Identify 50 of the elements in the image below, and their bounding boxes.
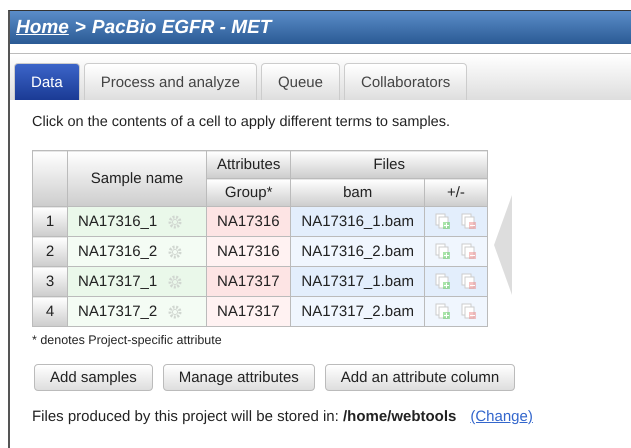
table-cell[interactable]: NA17316 (206, 236, 291, 266)
remove-file-icon[interactable] (460, 243, 477, 260)
header-cell: bam (290, 178, 424, 206)
remove-file-icon[interactable] (460, 273, 477, 290)
header-cell: +/- (424, 178, 488, 206)
footnote: * denotes Project-specific attribute (32, 333, 223, 347)
action-button[interactable]: Manage attributes (162, 364, 315, 391)
gear-icon[interactable] (167, 274, 184, 290)
gear-icon[interactable] (167, 244, 184, 260)
home-link[interactable]: Home (16, 16, 69, 38)
add-file-icon[interactable] (434, 303, 451, 320)
table-cell[interactable]: NA17317 (206, 266, 291, 296)
header-cell: Sample name (68, 150, 206, 206)
table-cell[interactable]: NA17317_1.bam (290, 266, 424, 296)
table-cell[interactable]: NA17316_2 (68, 236, 206, 266)
add-file-icon[interactable] (434, 213, 451, 230)
storage-text: Files produced by this project will be stored in: /home/webtools (32, 408, 456, 425)
table-cell[interactable]: NA17316_1.bam (290, 206, 424, 236)
table-cell[interactable]: NA17317_1 (68, 266, 206, 296)
change-link[interactable]: (Change) (470, 408, 533, 425)
add-file-icon[interactable] (434, 273, 451, 290)
remove-file-icon[interactable] (460, 213, 477, 230)
tab[interactable]: Collaborators (344, 63, 468, 100)
table-cell[interactable]: NA17316_1 (68, 206, 206, 236)
instruction-text: Click on the contents of a cell to apply different terms to samples. (32, 114, 450, 130)
header-cell: Group* (206, 178, 291, 206)
collapse-arrow-icon[interactable] (494, 195, 512, 295)
action-button[interactable]: Add samples (34, 364, 153, 391)
table-cell[interactable]: NA17317_2 (68, 296, 206, 326)
row-number: 1 (32, 206, 68, 236)
header-cell: Files (290, 150, 488, 178)
remove-file-icon[interactable] (460, 303, 477, 320)
row-number: 4 (32, 296, 68, 326)
tab[interactable]: Process and analyze (84, 63, 257, 100)
tab[interactable]: Data (14, 63, 80, 100)
table-cell[interactable]: NA17316 (206, 206, 291, 236)
breadcrumb-separator: > (74, 16, 86, 38)
tab[interactable]: Queue (260, 63, 340, 100)
table-cell[interactable]: NA17316_2.bam (290, 236, 424, 266)
gear-icon[interactable] (167, 214, 184, 230)
gear-icon[interactable] (167, 304, 184, 320)
row-number: 3 (32, 266, 68, 296)
header-cell (32, 150, 68, 206)
table-cell[interactable]: NA17317_2.bam (290, 296, 424, 326)
header-cell: Attributes (206, 150, 291, 178)
action-button[interactable]: Add an attribute column (324, 364, 516, 391)
add-file-icon[interactable] (434, 243, 451, 260)
table-cell[interactable]: NA17317 (206, 296, 291, 326)
row-number: 2 (32, 236, 68, 266)
project-title: PacBio EGFR - MET (92, 16, 272, 38)
